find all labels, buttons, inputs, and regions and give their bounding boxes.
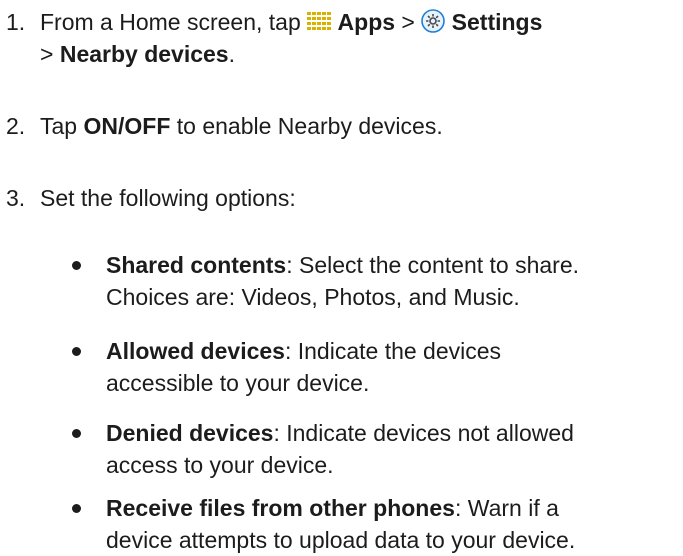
step-number: 3. — [6, 185, 26, 211]
instructions-page: 1. From a Home screen, tap Apps > Settin… — [0, 0, 683, 555]
option-term: Allowed devices — [106, 338, 285, 364]
option-desc: : Warn if a — [454, 495, 559, 521]
option-desc: accessible to your device. — [106, 370, 370, 396]
step-3: 3. Set the following options: — [6, 182, 676, 214]
bullet-dot — [72, 261, 81, 270]
option-desc: access to your device. — [106, 452, 334, 478]
step-text: to enable Nearby devices. — [170, 113, 443, 139]
settings-gear-icon — [421, 9, 446, 33]
onoff-label: ON/OFF — [83, 113, 171, 139]
step-2: 2. Tap ON/OFF to enable Nearby devices. — [6, 110, 676, 142]
option-allowed-devices: Allowed devices: Indicate the devices ac… — [72, 335, 676, 399]
option-shared-contents: Shared contents: Select the content to s… — [72, 249, 676, 313]
separator: > — [395, 9, 422, 35]
step-text: Set the following options: — [40, 185, 296, 211]
nearby-devices-label: Nearby devices — [59, 41, 229, 67]
step-number: 2. — [6, 113, 26, 139]
step-1: 1. From a Home screen, tap Apps > Settin… — [6, 6, 676, 70]
bullet-dot — [72, 429, 81, 438]
option-term: Receive files from other phones — [106, 495, 455, 521]
period: . — [228, 41, 235, 67]
option-desc: Choices are: Videos, Photos, and Music. — [106, 284, 520, 310]
step-text: Tap — [40, 113, 84, 139]
settings-label: Settings — [451, 9, 543, 35]
option-desc: device attempts to upload data to your d… — [106, 527, 576, 553]
option-desc: : Select the content to share. — [286, 252, 580, 278]
bullet-dot — [72, 504, 81, 513]
apps-label: Apps — [337, 9, 396, 35]
option-desc: : Indicate devices not allowed — [273, 420, 574, 446]
separator: > — [40, 41, 60, 67]
option-desc: : Indicate the devices — [284, 338, 502, 364]
option-denied-devices: Denied devices: Indicate devices not all… — [72, 417, 676, 481]
apps-grid-icon — [307, 9, 332, 31]
option-receive-files: Receive files from other phones: Warn if… — [72, 492, 676, 556]
bullet-dot — [72, 347, 81, 356]
step-number: 1. — [6, 9, 26, 35]
option-term: Shared contents — [106, 252, 287, 278]
option-term: Denied devices — [106, 420, 274, 446]
step-text: From a Home screen, tap — [40, 9, 308, 35]
